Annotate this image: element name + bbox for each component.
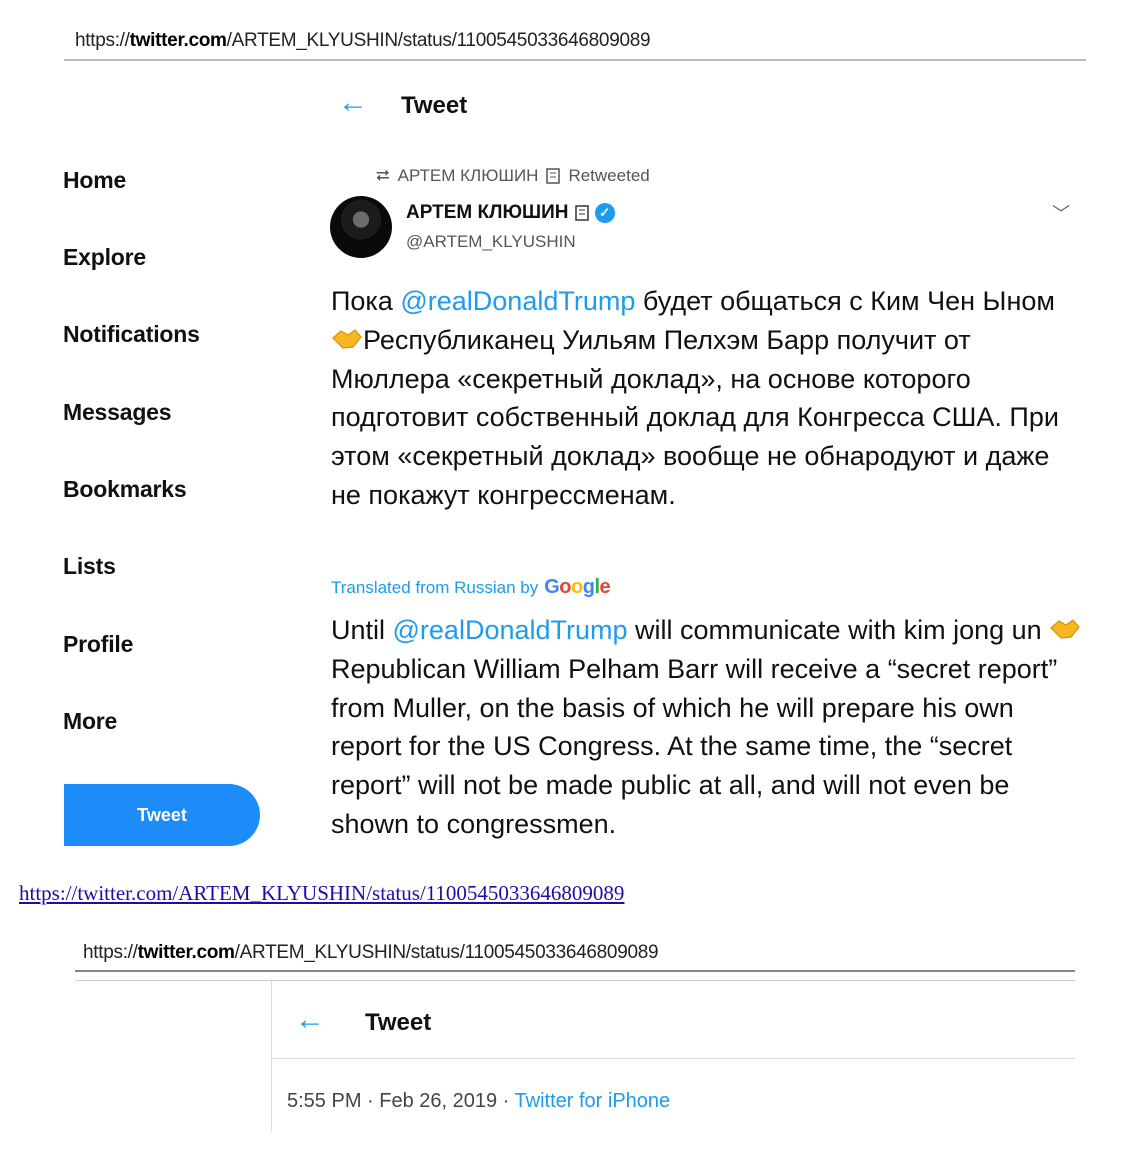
author-name[interactable]: АРТЕМ КЛЮШИН: [406, 202, 569, 224]
mention-link[interactable]: @realDonaldTrump: [400, 286, 635, 316]
arrow-left-icon[interactable]: ←: [295, 1005, 325, 1035]
column-border: [271, 981, 272, 1131]
retweet-context: ⮂ АРТЕМ КЛЮШИН Retweeted: [376, 166, 650, 186]
url-prefix: https://: [83, 942, 138, 963]
author-handle[interactable]: @ARTEM_KLYUSHIN: [406, 232, 576, 252]
url-path: /ARTEM_KLYUSHIN/status/11005450336468090…: [226, 30, 651, 51]
tweet-button[interactable]: Tweet: [64, 784, 260, 846]
timestamp[interactable]: 5:55 PM · Feb 26, 2019 ·: [287, 1090, 515, 1112]
sidebar-item-messages[interactable]: Messages: [63, 399, 172, 426]
address-bar-bottom: https://twitter.com/ARTEM_KLYUSHIN/statu…: [83, 942, 659, 964]
tweet-text-translated: Until @realDonaldTrump will communicate …: [331, 611, 1091, 844]
sidebar-item-home[interactable]: Home: [63, 167, 126, 194]
badge-emoji-icon: [574, 205, 589, 221]
verified-badge-icon: ✓: [594, 203, 615, 223]
client-link[interactable]: Twitter for iPhone: [515, 1090, 671, 1112]
divider: [64, 59, 1086, 61]
sidebar-item-notifications[interactable]: Notifications: [63, 321, 200, 348]
arrow-left-icon[interactable]: ←: [338, 88, 368, 118]
sidebar-item-explore[interactable]: Explore: [63, 244, 146, 271]
google-logo: Google: [544, 576, 611, 598]
sidebar-item-lists[interactable]: Lists: [63, 553, 116, 580]
text-part: Until: [331, 615, 393, 645]
sidebar-item-bookmarks[interactable]: Bookmarks: [63, 476, 187, 503]
text-part: будет общаться с Ким Чен Ыном: [635, 286, 1055, 316]
divider: [271, 1058, 1075, 1059]
text-part: Пока: [331, 286, 401, 316]
mention-link[interactable]: @realDonaldTrump: [393, 615, 628, 645]
text-part: Republican William Pelham Barr will rece…: [331, 653, 1058, 839]
url-path: /ARTEM_KLYUSHIN/status/11005450336468090…: [234, 942, 659, 963]
divider: [75, 970, 1075, 972]
url-domain: twitter.com: [129, 30, 227, 51]
handshake-emoji-icon: [332, 328, 362, 349]
source-link[interactable]: https://twitter.com/ARTEM_KLYUSHIN/statu…: [19, 881, 624, 906]
tweet-text-original: Пока @realDonaldTrump будет общаться с К…: [331, 282, 1071, 515]
url-prefix: https://: [75, 30, 130, 51]
tweet-metadata: 5:55 PM · Feb 26, 2019 · Twitter for iPh…: [287, 1090, 670, 1113]
translated-label: Translated from Russian by: [331, 577, 539, 597]
retweeted-label: Retweeted: [568, 166, 650, 185]
address-bar-top: https://twitter.com/ARTEM_KLYUSHIN/statu…: [75, 30, 651, 52]
translation-attribution: Translated from Russian by Google: [331, 576, 611, 599]
page-title: Tweet: [401, 92, 468, 119]
text-part: will communicate with kim jong un: [627, 615, 1050, 645]
badge-emoji-icon: [546, 168, 561, 184]
sidebar-item-profile[interactable]: Profile: [63, 631, 133, 658]
avatar[interactable]: [330, 196, 392, 258]
handshake-emoji-icon: [1050, 619, 1080, 639]
sidebar-item-more[interactable]: More: [63, 708, 117, 735]
author-row: АРТЕМ КЛЮШИН ✓: [406, 202, 615, 224]
retweeter-name[interactable]: АРТЕМ КЛЮШИН: [398, 166, 539, 186]
page-title: Tweet: [365, 1009, 432, 1036]
url-domain: twitter.com: [137, 942, 235, 963]
chevron-down-icon[interactable]: ﹀: [1052, 200, 1070, 226]
text-part: Республиканец Уильям Пелхэм Барр получит…: [331, 324, 1059, 510]
retweet-icon: ⮂: [376, 166, 390, 185]
divider: [75, 980, 1075, 981]
